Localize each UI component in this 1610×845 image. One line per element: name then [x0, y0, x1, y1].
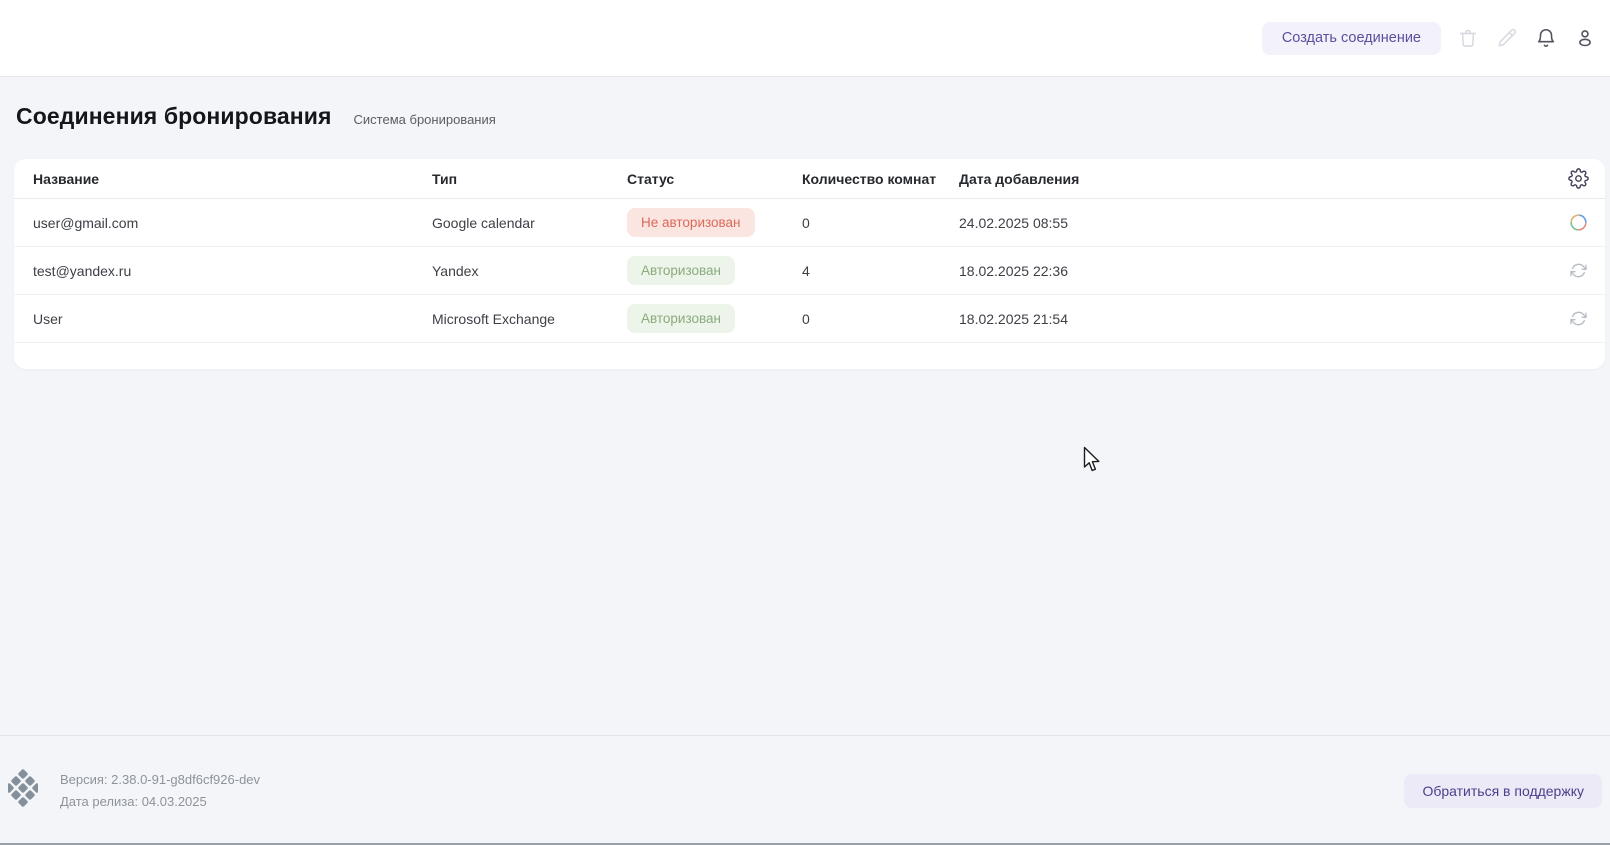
gear-icon[interactable]	[1567, 168, 1589, 190]
column-header-name: Название	[33, 171, 432, 187]
column-header-status: Статус	[627, 171, 802, 187]
table-header-row: Название Тип Статус Количество комнат Да…	[14, 159, 1605, 199]
diamond-cluster-logo	[8, 769, 38, 812]
release-date-text: Дата релиза: 04.03.2025	[60, 794, 260, 809]
bell-icon[interactable]	[1533, 25, 1559, 51]
cell-date: 18.02.2025 21:54	[959, 311, 1541, 327]
top-bar-icons	[1455, 25, 1598, 51]
cell-rooms: 4	[802, 263, 959, 279]
column-header-rooms: Количество комнат	[802, 171, 959, 187]
cell-name: user@gmail.com	[33, 215, 432, 231]
page-head: Соединения бронирования Система брониров…	[0, 77, 1610, 130]
top-bar: Создать соединение	[0, 0, 1610, 77]
status-badge: Авторизован	[627, 256, 735, 285]
version-text: Версия: 2.38.0-91-g8df6cf926-dev	[60, 772, 260, 787]
cell-status: Авторизован	[627, 256, 802, 285]
contact-support-button[interactable]: Обратиться в поддержку	[1404, 774, 1602, 808]
column-header-type: Тип	[432, 171, 627, 187]
table-row[interactable]: test@yandex.ru Yandex Авторизован 4 18.0…	[14, 247, 1605, 295]
cell-date: 18.02.2025 22:36	[959, 263, 1541, 279]
user-icon[interactable]	[1572, 25, 1598, 51]
empty-content-area	[0, 369, 1610, 735]
cell-date: 24.02.2025 08:55	[959, 215, 1541, 231]
footer: Версия: 2.38.0-91-g8df6cf926-dev Дата ре…	[0, 735, 1610, 845]
status-badge: Не авторизован	[627, 208, 755, 237]
page-subtitle: Система бронирования	[354, 112, 496, 127]
column-header-date: Дата добавления	[959, 171, 1541, 187]
pencil-icon[interactable]	[1494, 25, 1520, 51]
cell-type: Yandex	[432, 263, 627, 279]
status-badge: Авторизован	[627, 304, 735, 333]
trash-icon[interactable]	[1455, 25, 1481, 51]
cell-type: Microsoft Exchange	[432, 311, 627, 327]
cell-rooms: 0	[802, 215, 959, 231]
cell-name: test@yandex.ru	[33, 263, 432, 279]
cell-status: Авторизован	[627, 304, 802, 333]
page-title: Соединения бронирования	[16, 103, 332, 130]
table-row[interactable]: user@gmail.com Google calendar Не автори…	[14, 199, 1605, 247]
app-window: Создать соединение	[0, 0, 1610, 845]
sync-icon[interactable]	[1567, 308, 1589, 330]
connections-table: Название Тип Статус Количество комнат Да…	[14, 159, 1605, 369]
cell-status: Не авторизован	[627, 208, 802, 237]
cell-name: User	[33, 311, 432, 327]
cell-rooms: 0	[802, 311, 959, 327]
sync-icon[interactable]	[1567, 260, 1589, 282]
sync-colored-icon[interactable]	[1567, 212, 1589, 234]
cell-type: Google calendar	[432, 215, 627, 231]
create-connection-button[interactable]: Создать соединение	[1262, 22, 1441, 55]
table-row[interactable]: User Microsoft Exchange Авторизован 0 18…	[14, 295, 1605, 343]
